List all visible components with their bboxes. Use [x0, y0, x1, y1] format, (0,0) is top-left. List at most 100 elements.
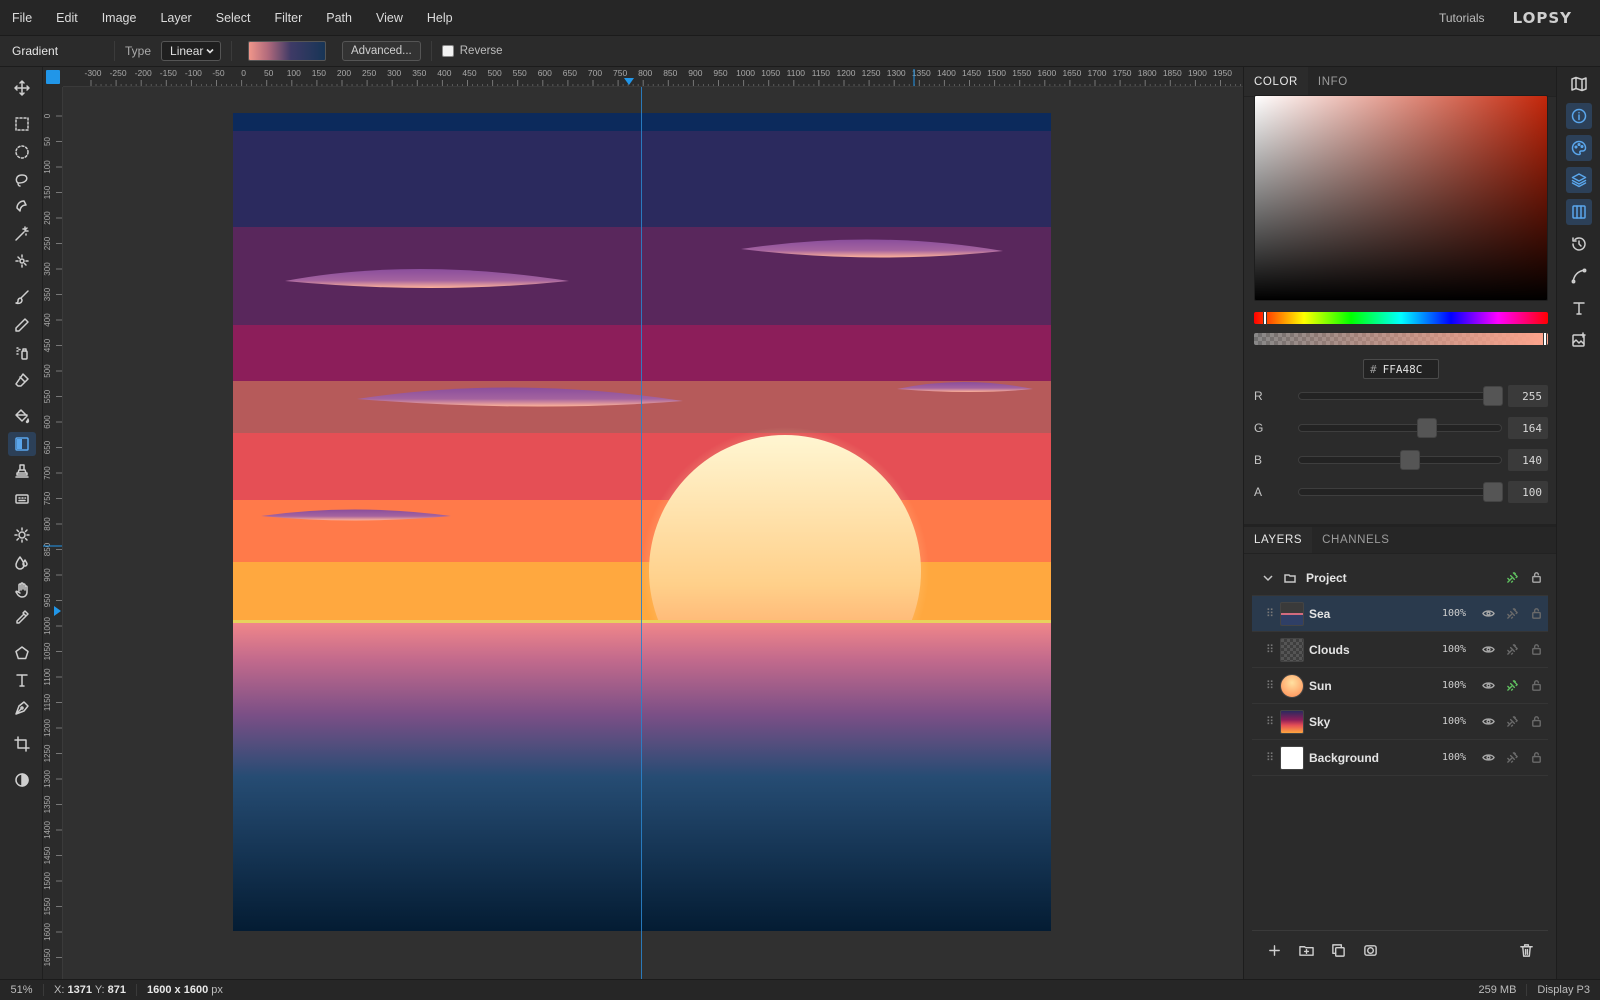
layer-row[interactable]: ⠿ Sun 100%	[1252, 668, 1548, 704]
magnetic-lasso-tool[interactable]	[8, 194, 36, 218]
channel-slider-handle[interactable]	[1400, 450, 1421, 470]
link-icon[interactable]	[1500, 676, 1524, 696]
reverse-checkbox[interactable]	[441, 45, 454, 57]
channel-slider-a[interactable]	[1298, 482, 1503, 502]
reverse-option[interactable]: Reverse	[441, 45, 503, 57]
ruler-corner[interactable]	[43, 67, 63, 87]
blur-tool[interactable]	[8, 550, 36, 574]
delete-layer-button[interactable]	[1510, 938, 1542, 964]
drag-handle-icon[interactable]: ⠿	[1260, 751, 1280, 764]
gradient-tool[interactable]	[8, 432, 36, 456]
lasso-tool[interactable]	[8, 167, 36, 191]
chevron-down-icon[interactable]	[1262, 572, 1278, 584]
link-icon[interactable]	[1500, 640, 1524, 660]
tutorials-link[interactable]: Tutorials	[1439, 11, 1485, 25]
text-tool[interactable]	[8, 668, 36, 692]
menu-filter[interactable]: Filter	[262, 0, 314, 35]
ellipse-select-tool[interactable]	[8, 140, 36, 164]
gradient-type-select[interactable]: Linear	[161, 41, 222, 61]
menu-file[interactable]: File	[0, 0, 44, 35]
link-icon[interactable]	[1500, 748, 1524, 768]
menu-help[interactable]: Help	[415, 0, 465, 35]
lock-icon[interactable]	[1524, 676, 1548, 696]
lock-icon[interactable]	[1524, 640, 1548, 660]
channel-slider-r[interactable]	[1298, 386, 1503, 406]
drag-handle-icon[interactable]: ⠿	[1260, 715, 1280, 728]
pen-tool[interactable]	[8, 696, 36, 720]
smudge-tool[interactable]	[8, 578, 36, 602]
drag-handle-icon[interactable]: ⠿	[1260, 679, 1280, 692]
ruler-vertical[interactable]: 0 50 100 150 200 250 300 350 400 450 500 550 600 650 7…	[43, 87, 63, 979]
zoom-level[interactable]: 51%	[0, 984, 44, 996]
crop-tool[interactable]	[8, 732, 36, 756]
link-icon[interactable]	[1500, 712, 1524, 732]
layer-opacity[interactable]: 100%	[1442, 680, 1476, 691]
alpha-slider-handle[interactable]	[1543, 333, 1547, 345]
drag-handle-icon[interactable]: ⠿	[1260, 643, 1280, 656]
channels-panel-button[interactable]	[1566, 199, 1592, 225]
menu-layer[interactable]: Layer	[148, 0, 203, 35]
duplicate-layer-button[interactable]	[1322, 938, 1354, 964]
vertical-guide-line[interactable]	[641, 87, 642, 979]
color-profile[interactable]: Display P3	[1527, 984, 1600, 996]
color-panel-button[interactable]	[1566, 135, 1592, 161]
navigator-panel-button[interactable]	[1566, 71, 1592, 97]
bucket-tool[interactable]	[8, 404, 36, 428]
stamp-tool[interactable]	[8, 459, 36, 483]
brush-tool[interactable]	[8, 285, 36, 309]
tab-color[interactable]: COLOR	[1244, 67, 1308, 96]
advanced-button[interactable]: Advanced...	[342, 41, 421, 61]
pencil-tool[interactable]	[8, 313, 36, 337]
magic-wand-tool[interactable]	[8, 222, 36, 246]
character-panel-button[interactable]	[1566, 295, 1592, 321]
guide-marker[interactable]	[624, 78, 634, 85]
paths-panel-button[interactable]	[1566, 263, 1592, 289]
link-icon[interactable]	[1500, 568, 1524, 588]
menu-edit[interactable]: Edit	[44, 0, 90, 35]
spray-tool[interactable]	[8, 341, 36, 365]
rect-select-tool[interactable]	[8, 112, 36, 136]
layer-opacity[interactable]: 100%	[1442, 752, 1476, 763]
eraser-tool[interactable]	[8, 368, 36, 392]
canvas-workspace[interactable]	[63, 87, 1243, 979]
layers-panel-button[interactable]	[1566, 167, 1592, 193]
menu-path[interactable]: Path	[314, 0, 364, 35]
hue-slider[interactable]	[1254, 311, 1548, 325]
ruler-horizontal[interactable]: -300 -250 -200 -150 -100 -50 0 50 100 150 200 250 30…	[63, 67, 1243, 87]
layer-row[interactable]: ⠿ Clouds 100%	[1252, 632, 1548, 668]
tab-layers[interactable]: LAYERS	[1244, 527, 1313, 553]
contrast-tool[interactable]	[8, 768, 36, 792]
menu-image[interactable]: Image	[90, 0, 149, 35]
eye-icon[interactable]	[1476, 748, 1500, 768]
gradient-preview-swatch[interactable]	[248, 41, 327, 61]
layer-opacity[interactable]: 100%	[1442, 716, 1476, 727]
lock-icon[interactable]	[1524, 568, 1548, 588]
channel-value-b[interactable]: 140	[1508, 449, 1548, 471]
image-library-button[interactable]	[1566, 327, 1592, 353]
eye-icon[interactable]	[1476, 712, 1500, 732]
add-folder-button[interactable]	[1290, 938, 1322, 964]
eyedropper-tool[interactable]	[8, 605, 36, 629]
patch-tool[interactable]	[8, 487, 36, 511]
saturation-value-field[interactable]	[1254, 95, 1548, 301]
dodge-tool[interactable]	[8, 523, 36, 547]
lock-icon[interactable]	[1524, 748, 1548, 768]
layer-row[interactable]: ⠿ Sky 100%	[1252, 704, 1548, 740]
eye-icon[interactable]	[1476, 676, 1500, 696]
link-icon[interactable]	[1500, 604, 1524, 624]
eye-icon[interactable]	[1476, 640, 1500, 660]
eye-icon[interactable]	[1476, 604, 1500, 624]
hex-input[interactable]: # FFA48C	[1363, 359, 1439, 379]
channel-slider-b[interactable]	[1298, 450, 1502, 470]
channel-slider-handle[interactable]	[1483, 482, 1503, 502]
tab-channels[interactable]: CHANNELS	[1312, 527, 1399, 553]
layer-opacity[interactable]: 100%	[1442, 644, 1476, 655]
channel-value-g[interactable]: 164	[1508, 417, 1548, 439]
layer-row[interactable]: ⠿ Background 100%	[1252, 740, 1548, 776]
alpha-slider[interactable]	[1254, 333, 1548, 345]
channel-slider-handle[interactable]	[1417, 418, 1438, 438]
mask-layer-button[interactable]	[1354, 938, 1386, 964]
layer-row[interactable]: ⠿ Sea 100%	[1252, 596, 1548, 632]
menu-select[interactable]: Select	[204, 0, 263, 35]
layer-group-project[interactable]: Project	[1252, 560, 1548, 596]
